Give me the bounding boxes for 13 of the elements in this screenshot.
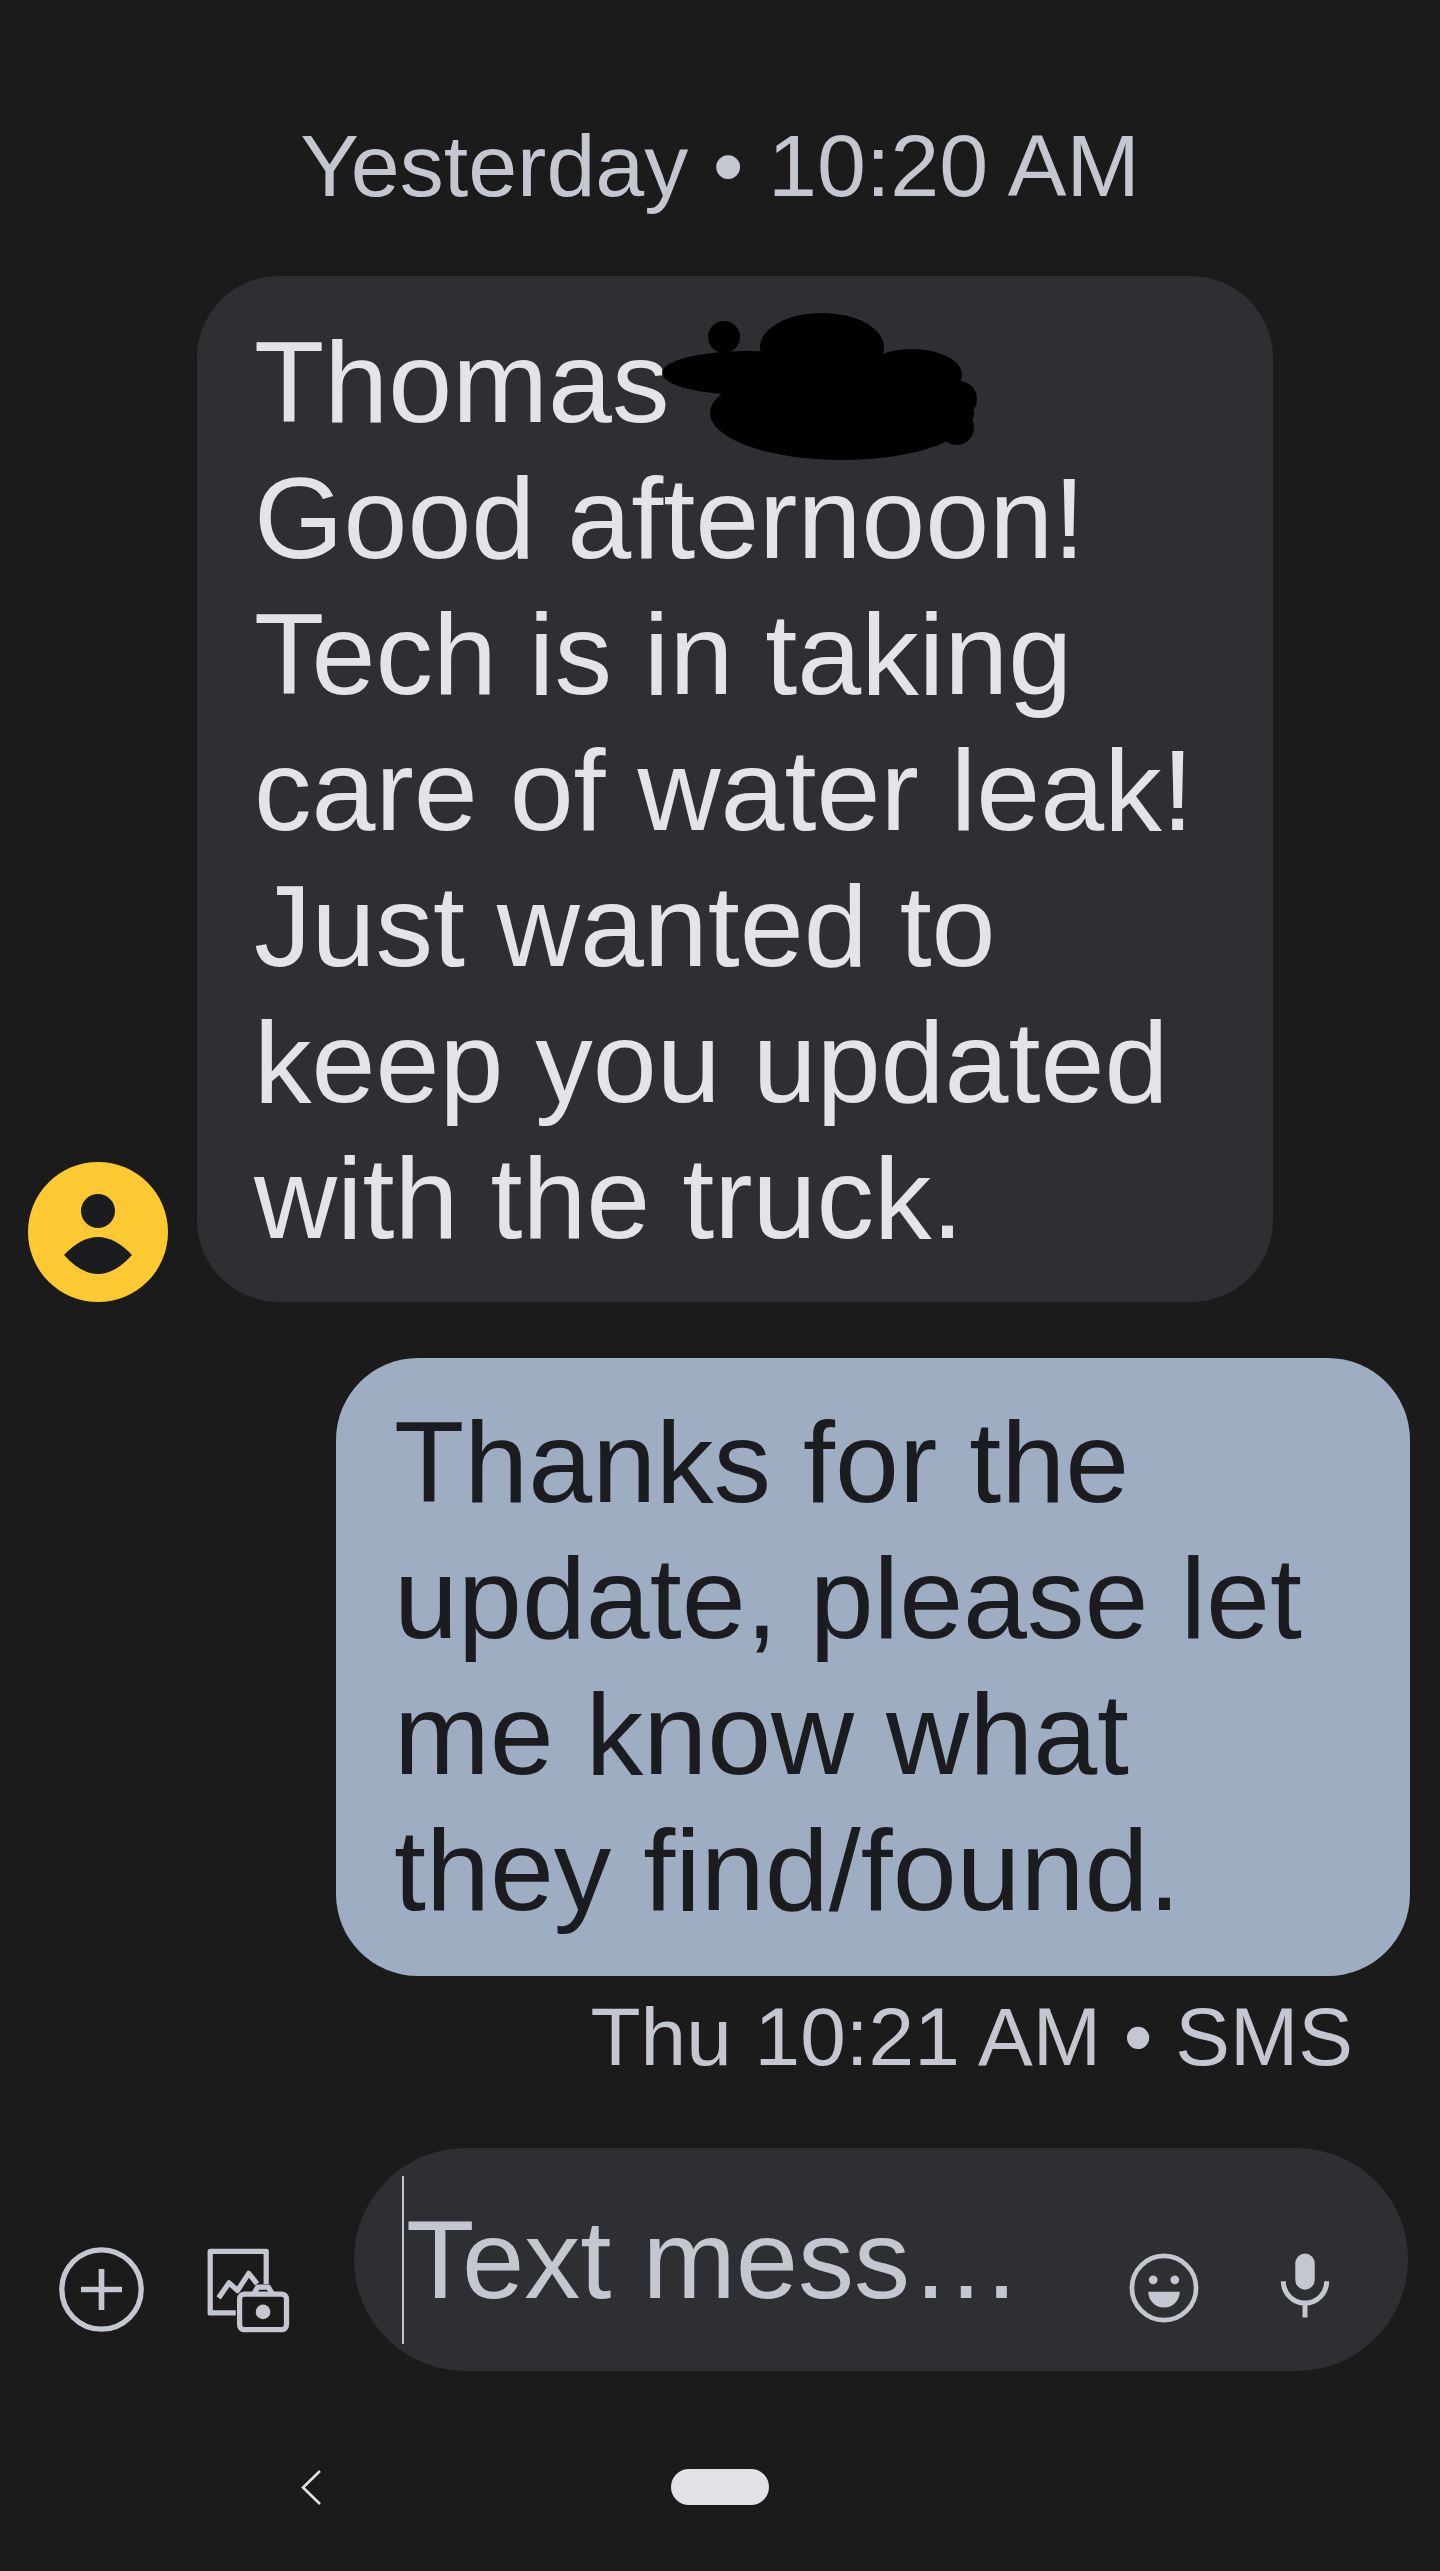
image-camera-icon[interactable] bbox=[206, 2247, 290, 2333]
message-text: Thomas Good afternoon! Tech is in taking care of water leak! Just wanted to keep you updated with the truck. bbox=[254, 317, 1195, 1264]
message-text: Thanks for the update, please let me know what they find/found. bbox=[394, 1397, 1303, 1936]
timestamp-label: Yesterday • 10:20 AM bbox=[300, 116, 1140, 216]
avatar-icon bbox=[28, 1162, 168, 1302]
smiley-icon[interactable] bbox=[1129, 2253, 1199, 2323]
add-icon[interactable] bbox=[59, 2247, 144, 2332]
back-icon[interactable] bbox=[300, 2469, 322, 2505]
message-field[interactable]: Text mess… bbox=[354, 2148, 1408, 2371]
microphone-icon[interactable] bbox=[1280, 2252, 1330, 2319]
message-status: Thu 10:21 AM • SMS bbox=[590, 1990, 1353, 2084]
message-input[interactable]: Text mess… bbox=[406, 2175, 1129, 2344]
home-handle[interactable] bbox=[671, 2469, 769, 2505]
